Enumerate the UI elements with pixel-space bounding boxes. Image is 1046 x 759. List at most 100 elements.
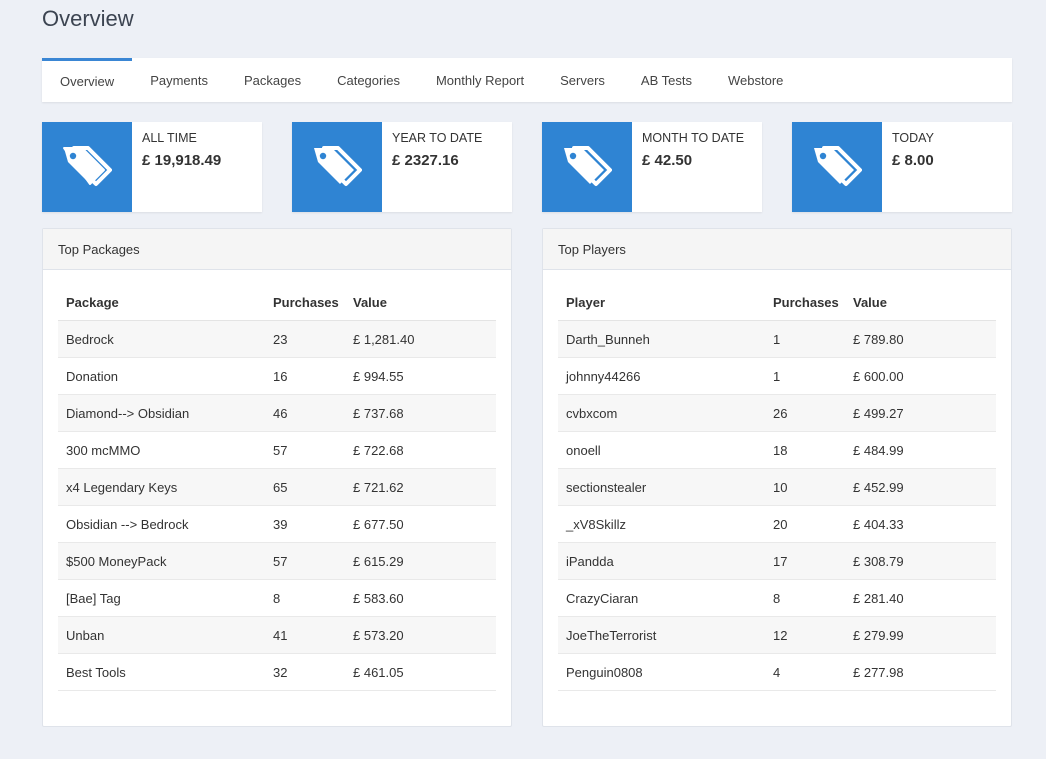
table-body: Darth_Bunneh 1 £ 789.80 johnny44266 1 £ 600.0… <box>558 321 996 691</box>
column-header-purchases: Purchases <box>773 294 839 310</box>
table-row: JoeTheTerrorist 12 £ 279.99 <box>558 617 996 654</box>
table-cell: 10 <box>773 479 788 495</box>
page-title: Overview <box>42 6 134 31</box>
stat-label: ALL TIME <box>142 131 197 145</box>
tab-monthly-report[interactable]: Monthly Report <box>418 58 542 102</box>
table-row: Obsidian --> Bedrock 39 £ 677.50 <box>58 506 496 543</box>
table-row: onoell 18 £ 484.99 <box>558 432 996 469</box>
table-cell: cvbxcom <box>566 405 618 421</box>
table-cell: £ 677.50 <box>353 516 404 532</box>
table-cell: 57 <box>273 442 288 458</box>
table-cell: $500 MoneyPack <box>66 553 167 569</box>
table-cell: 23 <box>273 331 288 347</box>
stats-row: ALL TIME £ 19,918.49 YEAR TO DATE £ 2327… <box>42 122 1012 212</box>
table-row: Donation 16 £ 994.55 <box>58 358 496 395</box>
table-row: iPandda 17 £ 308.79 <box>558 543 996 580</box>
table-cell: £ 452.99 <box>853 479 904 495</box>
table-cell: 4 <box>773 664 781 680</box>
table-row: x4 Legendary Keys 65 £ 721.62 <box>58 469 496 506</box>
table-cell: 1 <box>773 331 781 347</box>
table-cell: £ 573.20 <box>353 627 404 643</box>
tags-icon <box>42 122 132 212</box>
table-cell: 26 <box>773 405 788 421</box>
stat-value: £ 8.00 <box>892 152 934 169</box>
stat-label: YEAR TO DATE <box>392 131 483 145</box>
table-cell: £ 281.40 <box>853 590 904 606</box>
table-cell: £ 737.68 <box>353 405 404 421</box>
table-cell: 8 <box>773 590 781 606</box>
table-cell: 1 <box>773 368 781 384</box>
table-row: Penguin0808 4 £ 277.98 <box>558 654 996 691</box>
panel-title: Top Packages <box>43 229 511 270</box>
table-cell: [Bae] Tag <box>66 590 121 606</box>
column-header-value: Value <box>353 294 387 310</box>
table-cell: iPandda <box>566 553 614 569</box>
tab-servers[interactable]: Servers <box>542 58 623 102</box>
table-cell: _xV8Skillz <box>566 516 626 532</box>
table-cell: 8 <box>273 590 281 606</box>
table-cell: x4 Legendary Keys <box>66 479 178 495</box>
table-cell: Donation <box>66 368 119 384</box>
column-header-package: Package <box>66 294 119 310</box>
top-players-panel: Top Players Player Purchases Value Darth… <box>542 228 1012 727</box>
table-cell: CrazyCiaran <box>566 590 639 606</box>
table-cell: £ 461.05 <box>353 664 404 680</box>
tags-icon <box>292 122 382 212</box>
table-header: Package Purchases Value <box>58 284 496 321</box>
table-cell: Best Tools <box>66 664 126 680</box>
column-header-value: Value <box>853 294 887 310</box>
table-row: Diamond--> Obsidian 46 £ 737.68 <box>58 395 496 432</box>
table-row: $500 MoneyPack 57 £ 615.29 <box>58 543 496 580</box>
stat-value: £ 19,918.49 <box>142 152 222 169</box>
table-cell: £ 277.98 <box>853 664 904 680</box>
table-cell: 46 <box>273 405 288 421</box>
table-row: Bedrock 23 £ 1,281.40 <box>58 321 496 358</box>
table-cell: £ 1,281.40 <box>353 331 415 347</box>
table-cell: £ 721.62 <box>353 479 404 495</box>
column-header-purchases: Purchases <box>273 294 339 310</box>
top-players-table: Player Purchases Value Darth_Bunneh 1 £ 78… <box>558 284 996 691</box>
table-cell: 300 mcMMO <box>66 442 141 458</box>
top-packages-table: Package Purchases Value Bedrock 23 £ 1,281… <box>58 284 496 691</box>
table-row: cvbxcom 26 £ 499.27 <box>558 395 996 432</box>
tab-packages[interactable]: Packages <box>226 58 319 102</box>
tab-ab-tests[interactable]: AB Tests <box>623 58 710 102</box>
column-header-player: Player <box>566 294 606 310</box>
table-cell: £ 499.27 <box>853 405 904 421</box>
table-row: CrazyCiaran 8 £ 281.40 <box>558 580 996 617</box>
table-cell: £ 789.80 <box>853 331 904 347</box>
table-cell: Diamond--> Obsidian <box>66 405 190 421</box>
table-cell: £ 279.99 <box>853 627 904 643</box>
tab-webstore[interactable]: Webstore <box>710 58 801 102</box>
tab-payments[interactable]: Payments <box>132 58 226 102</box>
table-cell: 12 <box>773 627 788 643</box>
tags-icon <box>542 122 632 212</box>
table-cell: 32 <box>273 664 288 680</box>
table-row: sectionstealer 10 £ 452.99 <box>558 469 996 506</box>
table-cell: sectionstealer <box>566 479 647 495</box>
table-cell: £ 484.99 <box>853 442 904 458</box>
stat-value: £ 42.50 <box>642 152 693 169</box>
table-cell: 65 <box>273 479 288 495</box>
tab-categories[interactable]: Categories <box>319 58 418 102</box>
table-cell: £ 994.55 <box>353 368 404 384</box>
table-cell: £ 404.33 <box>853 516 904 532</box>
table-row: Unban 41 £ 573.20 <box>58 617 496 654</box>
table-cell: Penguin0808 <box>566 664 643 680</box>
table-row: 300 mcMMO 57 £ 722.68 <box>58 432 496 469</box>
table-cell: 57 <box>273 553 288 569</box>
tab-bar: Overview Payments Packages Categories Mo… <box>42 58 1012 102</box>
table-row: [Bae] Tag 8 £ 583.60 <box>58 580 496 617</box>
stat-card-year-to-date: YEAR TO DATE £ 2327.16 <box>292 122 512 212</box>
table-cell: Darth_Bunneh <box>566 331 650 347</box>
table-row: Best Tools 32 £ 461.05 <box>58 654 496 691</box>
table-cell: £ 308.79 <box>853 553 904 569</box>
tab-overview[interactable]: Overview <box>42 58 133 102</box>
table-cell: johnny44266 <box>566 368 641 384</box>
table-cell: JoeTheTerrorist <box>566 627 657 643</box>
table-cell: 41 <box>273 627 288 643</box>
table-cell: 39 <box>273 516 288 532</box>
table-row: johnny44266 1 £ 600.00 <box>558 358 996 395</box>
stat-label: TODAY <box>892 131 934 145</box>
table-cell: 20 <box>773 516 788 532</box>
